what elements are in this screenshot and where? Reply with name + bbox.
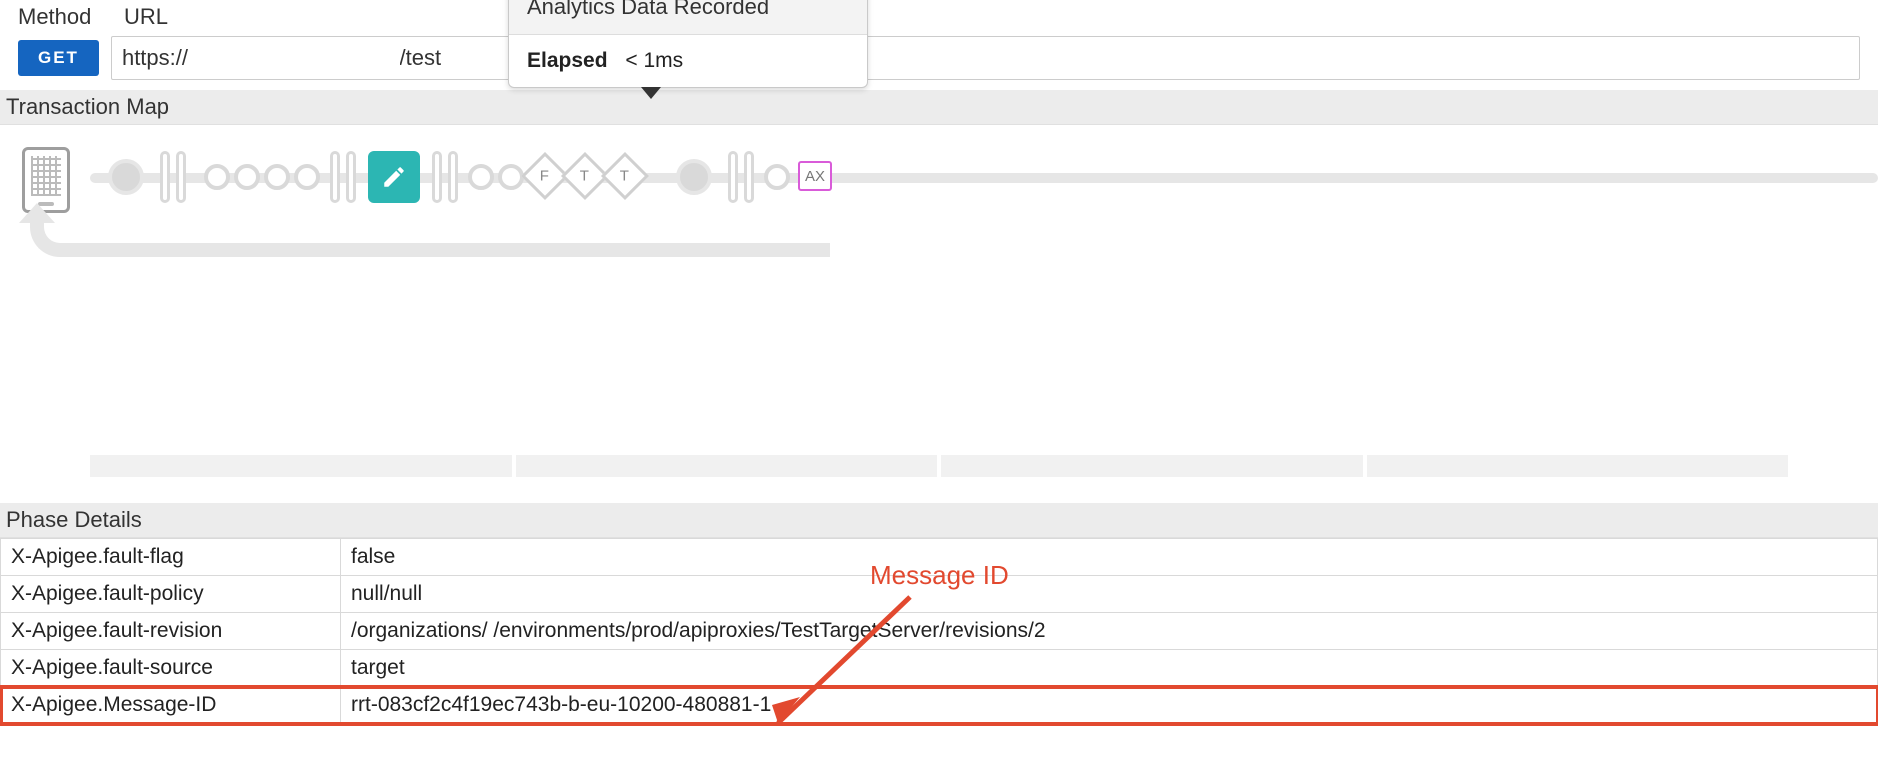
phase-key: X-Apigee.fault-policy: [1, 576, 341, 613]
phase-key: X-Apigee.fault-flag: [1, 539, 341, 576]
table-row: X-Apigee.Message-IDrrt-083cf2c4f19ec743b…: [1, 687, 1878, 724]
phase-segments: [90, 455, 1788, 477]
transaction-map: Analytics Data Recorded Elapsed < 1ms: [0, 125, 1878, 305]
flow-track: [90, 173, 1878, 183]
url-label: URL: [124, 4, 168, 30]
method-label: Method: [18, 4, 96, 30]
http-method-button[interactable]: GET: [18, 40, 99, 76]
flow-conditions-icon[interactable]: F T T: [528, 159, 642, 193]
tooltip-caret-icon: [641, 87, 661, 99]
tooltip-elapsed-label: Elapsed: [527, 49, 608, 72]
phase-value: /organizations/ /environments/prod/apipr…: [341, 613, 1878, 650]
phase-details-header: Phase Details: [0, 503, 1878, 538]
flow-bars-icon[interactable]: [330, 159, 356, 203]
phase-value: null/null: [341, 576, 1878, 613]
annotation-label: Message ID: [870, 560, 1009, 591]
table-row: X-Apigee.fault-sourcetarget: [1, 650, 1878, 687]
phase-key: X-Apigee.Message-ID: [1, 687, 341, 724]
flow-step-group-icon[interactable]: [204, 159, 320, 190]
response-arrow-icon: [30, 217, 830, 257]
flow-bars-icon[interactable]: [432, 159, 458, 203]
phase-value: target: [341, 650, 1878, 687]
assign-message-policy-icon[interactable]: [368, 151, 420, 203]
flow-dot-icon[interactable]: [676, 159, 712, 195]
phase-value: false: [341, 539, 1878, 576]
transaction-map-header: Transaction Map: [0, 90, 1878, 125]
step-tooltip: Analytics Data Recorded Elapsed < 1ms: [508, 0, 868, 88]
flow-start-dot-icon[interactable]: [108, 159, 144, 195]
redacted-hostname: [232, 44, 400, 74]
tooltip-title: Analytics Data Recorded: [509, 0, 867, 35]
phase-value: rrt-083cf2c4f19ec743b-b-eu-10200-480881-…: [341, 687, 1878, 724]
flow-preflow-icon[interactable]: [160, 159, 186, 203]
analytics-step-icon[interactable]: AX: [798, 161, 832, 191]
phase-key: X-Apigee.fault-revision: [1, 613, 341, 650]
tooltip-elapsed-value: < 1ms: [625, 49, 683, 72]
table-row: X-Apigee.fault-revision/organizations/ /…: [1, 613, 1878, 650]
flow-step-group-icon[interactable]: [468, 159, 524, 190]
flow-bars-icon[interactable]: [728, 159, 754, 203]
phase-key: X-Apigee.fault-source: [1, 650, 341, 687]
flow-step-icon[interactable]: [764, 159, 790, 190]
